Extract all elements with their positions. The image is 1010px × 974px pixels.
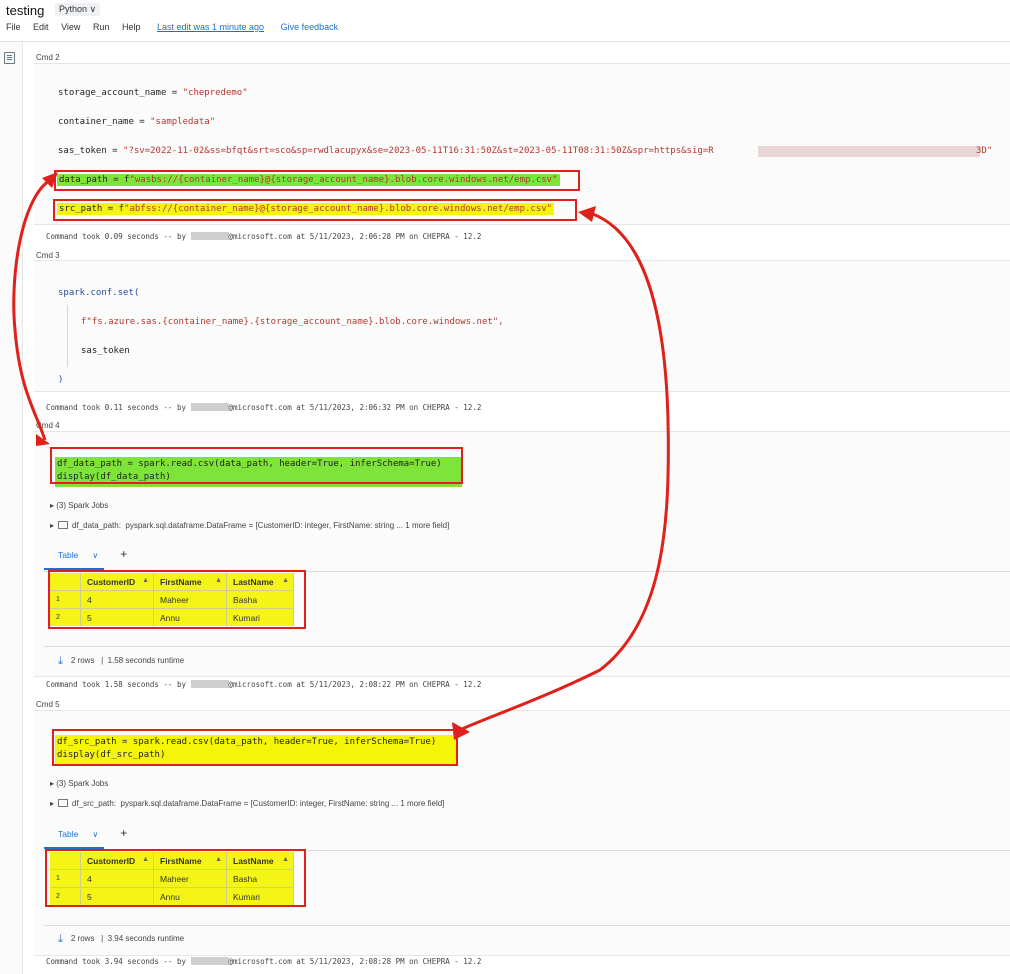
annotation-arrows xyxy=(12,172,670,740)
annotation-arrow-src-path xyxy=(459,211,670,732)
arrowhead xyxy=(578,206,596,222)
arrowhead xyxy=(452,722,470,740)
annotation-arrow-data-path xyxy=(12,178,51,441)
